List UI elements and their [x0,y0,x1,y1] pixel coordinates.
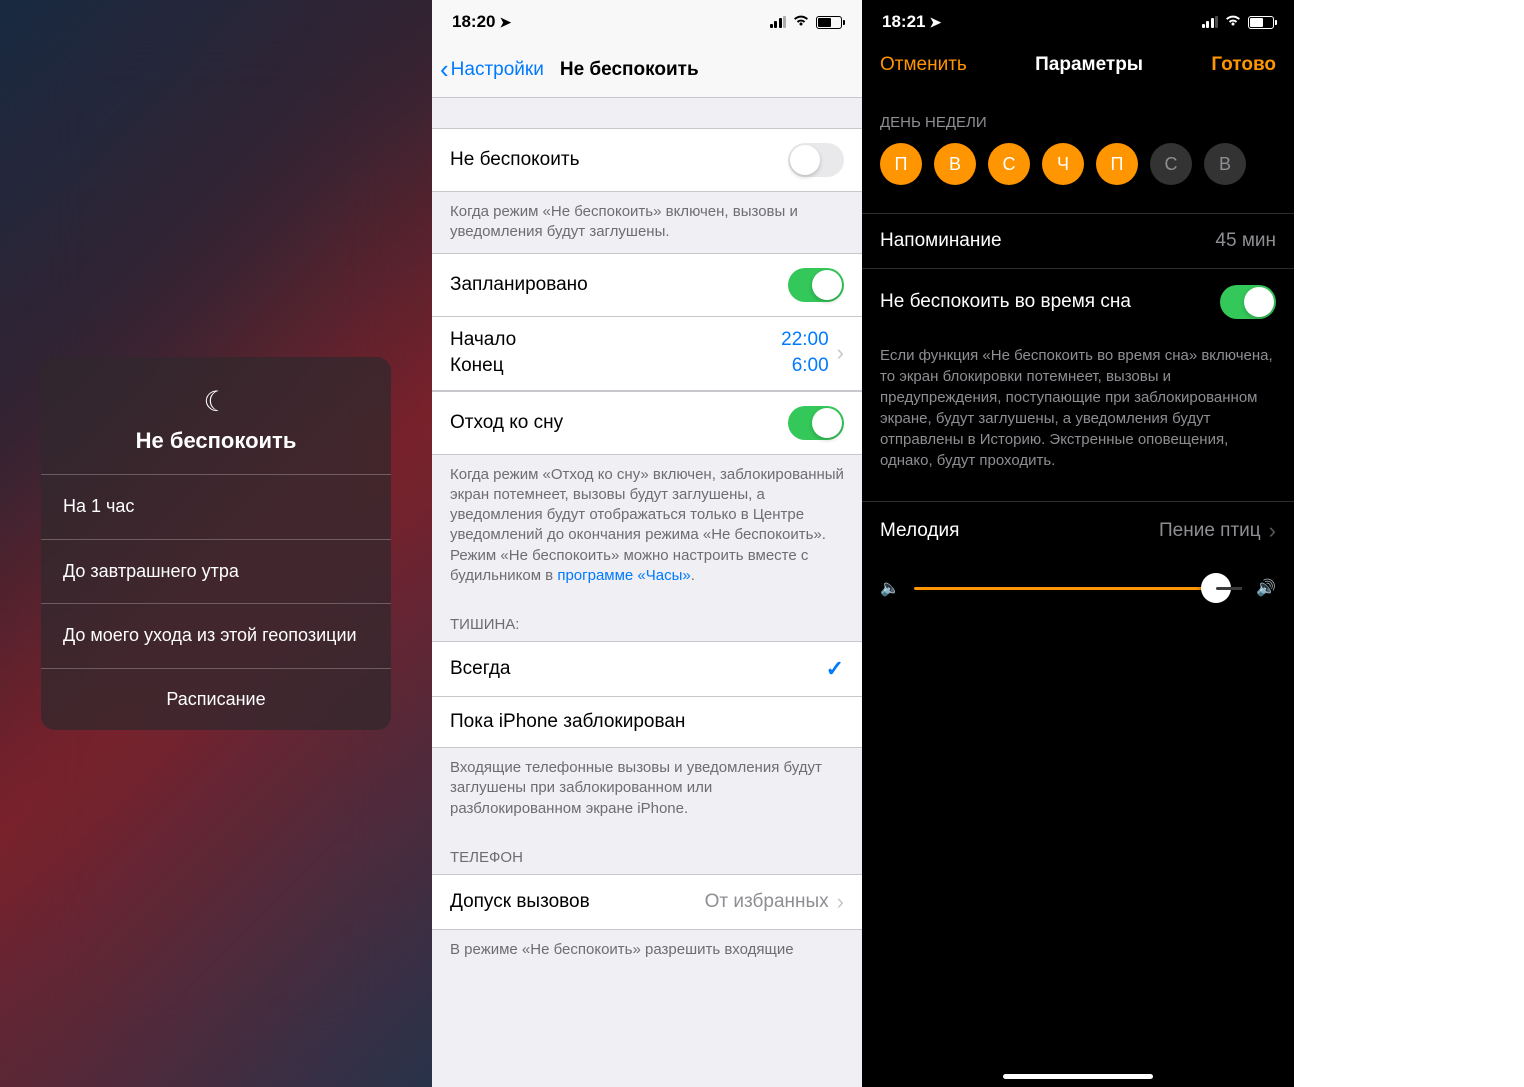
cancel-button[interactable]: Отменить [880,54,967,76]
moon-icon: ☾ [203,385,228,418]
reminder-label: Напоминание [880,230,1002,252]
days-header: ДЕНЬ НЕДЕЛИ [862,90,1294,143]
location-icon: ➤ [499,14,511,31]
allow-label: Допуск вызовов [450,891,590,913]
allow-value: От избранных [705,891,829,913]
scheduled-label: Запланировано [450,274,588,296]
melody-value: Пение птиц [1159,520,1261,542]
popup-title: Не беспокоить [61,428,371,454]
reminder-row[interactable]: Напоминание 45 мин [862,213,1294,268]
chevron-right-icon: › [837,889,844,915]
nav-title: Параметры [1035,54,1143,76]
chevron-left-icon: ‹ [440,54,449,85]
bedtime-params-screen: 18:21 ➤ Отменить Параметры Готово ДЕНЬ Н… [862,0,1294,1087]
dnd-sleep-footer: Если функция «Не беспокоить во время сна… [862,335,1294,481]
day-toggle[interactable]: С [1150,143,1192,185]
bedtime-row[interactable]: Отход ко сну [432,391,862,455]
dnd-footer-text: Когда режим «Не беспокоить» включен, выз… [432,192,862,253]
wifi-icon [792,13,810,31]
done-button[interactable]: Готово [1211,54,1276,76]
back-label: Настройки [451,59,544,81]
slider-thumb[interactable] [1201,573,1231,603]
battery-icon [1248,16,1274,29]
silence-locked-row[interactable]: Пока iPhone заблокирован [432,697,862,748]
dnd-label: Не беспокоить [450,149,579,171]
allow-calls-row[interactable]: Допуск вызовов От избранных › [432,874,862,930]
silence-always-row[interactable]: Всегда ✓ [432,641,862,697]
dnd-option-tomorrow[interactable]: До завтрашнего утра [41,539,391,603]
cellular-icon [1202,16,1219,28]
allow-footer: В режиме «Не беспокоить» разрешить входя… [432,930,862,970]
day-toggle[interactable]: С [988,143,1030,185]
dnd-sleep-toggle[interactable] [1220,285,1276,319]
start-value: 22:00 [781,327,829,354]
nav-bar: Отменить Параметры Готово [862,44,1294,90]
silence-header: ТИШИНА: [432,596,862,641]
end-value: 6:00 [781,353,829,380]
always-label: Всегда [450,658,510,680]
day-toggle[interactable]: Ч [1042,143,1084,185]
bedtime-footer: Когда режим «Отход ко сну» включен, забл… [432,455,862,597]
end-label: Конец [450,353,516,380]
status-bar: 18:20 ➤ [432,0,862,44]
days-row: ПВСЧПСВ [862,143,1294,203]
cellular-icon [770,16,787,28]
day-toggle[interactable]: П [880,143,922,185]
popup-header: ☾ Не беспокоить [41,357,391,474]
nav-bar: ‹ Настройки Не беспокоить [432,44,862,98]
volume-low-icon: 🔈 [880,578,900,598]
dnd-sleep-row[interactable]: Не беспокоить во время сна [862,268,1294,335]
home-indicator[interactable] [1003,1074,1153,1079]
battery-icon [816,16,842,29]
chevron-right-icon: › [1269,518,1276,544]
day-toggle[interactable]: В [1204,143,1246,185]
schedule-times-row[interactable]: Начало Конец 22:00 6:00 › [432,317,862,391]
locked-label: Пока iPhone заблокирован [450,711,685,733]
chevron-right-icon: › [837,340,844,366]
reminder-value: 45 мин [1215,230,1276,252]
dnd-schedule-link[interactable]: Расписание [41,668,391,730]
wifi-icon [1224,13,1242,31]
nav-title: Не беспокоить [560,59,699,81]
status-bar: 18:21 ➤ [862,0,1294,44]
dnd-popup: ☾ Не беспокоить На 1 час До завтрашнего … [41,357,391,729]
volume-slider[interactable] [914,587,1242,590]
bedtime-toggle[interactable] [788,406,844,440]
dnd-toggle-row[interactable]: Не беспокоить [432,128,862,192]
dnd-option-leave-location[interactable]: До моего ухода из этой геопозиции [41,603,391,667]
dnd-sleep-label: Не беспокоить во время сна [880,291,1131,313]
dnd-option-1hour[interactable]: На 1 час [41,474,391,538]
location-icon: ➤ [929,14,941,31]
start-label: Начало [450,327,516,354]
melody-row[interactable]: Мелодия Пение птиц › [862,501,1294,560]
back-button[interactable]: ‹ Настройки [440,54,544,85]
dnd-quick-actions-screen: ☾ Не беспокоить На 1 час До завтрашнего … [0,0,432,1087]
status-time: 18:21 [882,12,925,32]
dnd-toggle[interactable] [788,143,844,177]
checkmark-icon: ✓ [826,656,844,682]
clock-app-link[interactable]: программе «Часы» [557,567,690,584]
day-toggle[interactable]: В [934,143,976,185]
volume-slider-row: 🔈 🔊 [862,560,1294,616]
scheduled-row[interactable]: Запланировано [432,253,862,317]
scheduled-toggle[interactable] [788,268,844,302]
bedtime-label: Отход ко сну [450,412,563,434]
status-time: 18:20 [452,12,495,32]
melody-label: Мелодия [880,520,959,542]
silence-footer: Входящие телефонные вызовы и уведомления… [432,748,862,829]
day-toggle[interactable]: П [1096,143,1138,185]
volume-high-icon: 🔊 [1256,578,1276,598]
dnd-settings-screen: 18:20 ➤ ‹ Настройки Не беспокоить Не бес… [432,0,862,1087]
phone-header: ТЕЛЕФОН [432,829,862,874]
